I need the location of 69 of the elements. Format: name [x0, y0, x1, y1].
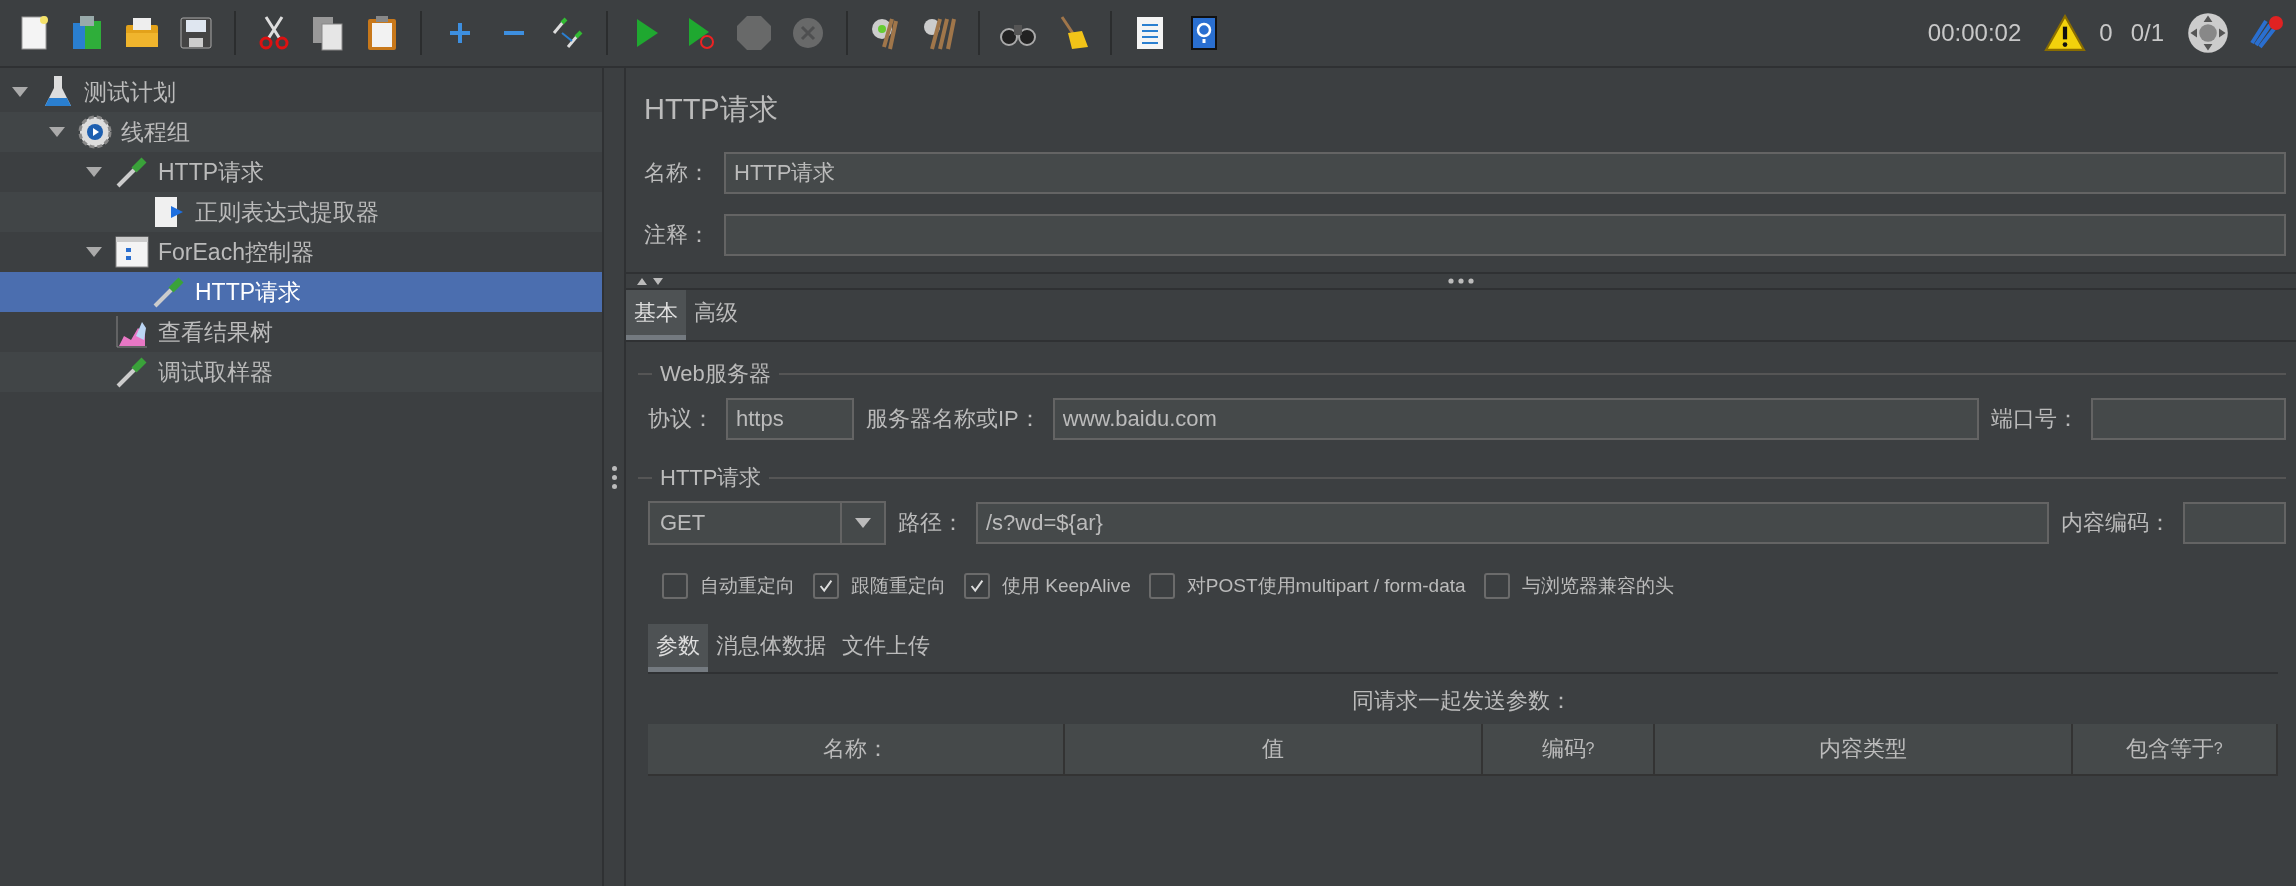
tab[interactable]: 基本	[626, 290, 686, 340]
group-title: HTTP请求	[660, 464, 762, 492]
caret-icon	[855, 518, 871, 528]
tree-item[interactable]: 调试取样器	[0, 352, 602, 392]
checkbox-label: 自动重定向	[700, 574, 795, 598]
checkbox[interactable]	[1483, 573, 1510, 599]
elapsed-time: 00:00:02	[1927, 19, 2022, 47]
checkbox[interactable]	[964, 573, 990, 599]
tree-item[interactable]: 测试计划	[0, 72, 602, 112]
checkbox-label: 与浏览器兼容的头	[1521, 574, 1674, 598]
comment-label: 注释：	[644, 221, 710, 249]
name-label: 名称：	[644, 159, 710, 187]
encoding-field[interactable]	[2183, 502, 2286, 544]
chart-icon	[114, 314, 150, 350]
tree-item[interactable]: HTTP请求	[0, 272, 602, 312]
path-field[interactable]: /s?wd=${ar}	[976, 502, 2049, 544]
column-header[interactable]: 内容类型	[1655, 724, 2073, 774]
warning-icon	[2043, 14, 2088, 52]
tree-item-label: 调试取样器	[158, 357, 273, 387]
thread-count: 0/1	[2130, 19, 2164, 47]
checkbox-label: 对POST使用multipart / form-data	[1186, 574, 1466, 598]
grip-icon	[1448, 278, 1474, 284]
collapse-arrows-icon[interactable]	[636, 276, 666, 286]
checkbox[interactable]	[662, 573, 688, 599]
tree-item[interactable]: 线程组	[0, 112, 602, 152]
tree-item-label: HTTP请求	[195, 277, 302, 307]
group-title: Web服务器	[660, 360, 771, 388]
name-field[interactable]: HTTP请求	[724, 152, 2286, 194]
column-header[interactable]: 名称：	[648, 724, 1066, 774]
tree-item-label: 查看结果树	[158, 317, 273, 347]
port-label: 端口号：	[1991, 405, 2079, 433]
window-icon	[114, 234, 150, 270]
tab[interactable]: 参数	[648, 624, 708, 672]
server-field[interactable]: www.baidu.com	[1052, 398, 1979, 440]
tree-item-label: 正则表达式提取器	[195, 197, 379, 227]
comment-field[interactable]	[724, 214, 2286, 256]
table-caption: 同请求一起发送参数：	[1351, 687, 1573, 715]
warning-count: 0	[2099, 19, 2113, 47]
tree-item-label: 测试计划	[84, 77, 176, 107]
path-label: 路径：	[898, 509, 964, 537]
protocol-field[interactable]: https	[726, 398, 854, 440]
checkbox[interactable]	[813, 573, 839, 599]
checkbox-label: 跟随重定向	[851, 574, 946, 598]
checkbox-label: 使用 KeepAlive	[1002, 574, 1131, 598]
tab[interactable]: 高级	[686, 290, 746, 340]
tree-item[interactable]: HTTP请求	[0, 152, 602, 192]
splitter-handle[interactable]	[602, 68, 626, 886]
encoding-label: 内容编码：	[2061, 509, 2171, 537]
tree-item[interactable]: 查看结果树	[0, 312, 602, 352]
tree-item[interactable]: ForEach控制器	[0, 232, 602, 272]
editor-title: HTTP请求	[643, 92, 779, 127]
server-label: 服务器名称或IP：	[866, 405, 1041, 433]
column-header[interactable]: 包含等于?	[2072, 724, 2278, 774]
checkmark-icon	[817, 577, 835, 595]
tree-item-label: 线程组	[121, 117, 190, 147]
tree-item-label: HTTP请求	[158, 157, 265, 187]
column-header[interactable]: 编码?	[1482, 724, 1656, 774]
column-header[interactable]: 值	[1065, 724, 1483, 774]
checkbox[interactable]	[1148, 573, 1175, 599]
checkmark-icon	[968, 577, 986, 595]
gear-icon	[77, 114, 113, 150]
tree-item[interactable]: 正则表达式提取器	[0, 192, 602, 232]
port-field[interactable]	[2091, 398, 2286, 440]
tree-item-label: ForEach控制器	[158, 237, 314, 267]
method-dropdown[interactable]: GET	[648, 501, 886, 545]
tab[interactable]: 文件上传	[834, 624, 938, 672]
protocol-label: 协议：	[648, 405, 714, 433]
tab[interactable]: 消息体数据	[708, 624, 834, 672]
remote-icon[interactable]	[2186, 11, 2230, 55]
